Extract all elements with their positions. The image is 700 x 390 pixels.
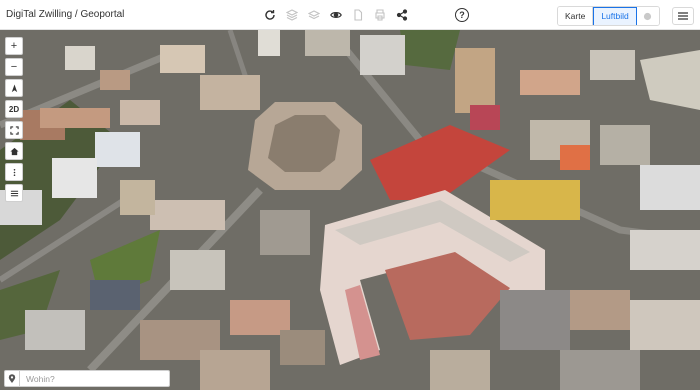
reload-icon[interactable] [262,7,278,23]
app-title: DigiTal Zwilling / Geoportal [6,9,125,20]
basemap-luftbild-button[interactable]: Luftbild [593,7,637,25]
aerial-map-view[interactable] [0,30,700,390]
zoom-out-button[interactable]: − [5,58,23,76]
help-icon[interactable]: ? [455,8,469,22]
print-icon[interactable] [372,7,388,23]
eye-icon[interactable] [328,7,344,23]
layers-panel-icon[interactable] [5,184,23,202]
top-bar: DigiTal Zwilling / Geoportal ? Karte Luf… [0,0,700,30]
aerial-image [0,30,700,390]
file-icon[interactable] [350,7,366,23]
location-search-box [4,370,170,387]
basemap-switcher: Karte Luftbild [557,6,660,26]
fullscreen-icon[interactable] [5,121,23,139]
basemap-karte-button[interactable]: Karte [558,7,594,25]
view-mode-2d-button[interactable]: 2D [5,100,23,118]
menu-button[interactable] [672,7,694,25]
share-icon[interactable] [394,7,410,23]
basemap-more-icon[interactable] [636,7,659,25]
map-controls: + − 2D [5,37,23,202]
search-input[interactable] [20,372,168,385]
layers-icon[interactable] [284,7,300,23]
north-arrow-icon[interactable] [5,79,23,97]
hamburger-icon [678,12,688,20]
stack-icon[interactable] [306,7,322,23]
zoom-in-button[interactable]: + [5,37,23,55]
location-pin-icon[interactable] [5,370,20,387]
home-icon[interactable] [5,142,23,160]
more-options-icon[interactable] [5,163,23,181]
